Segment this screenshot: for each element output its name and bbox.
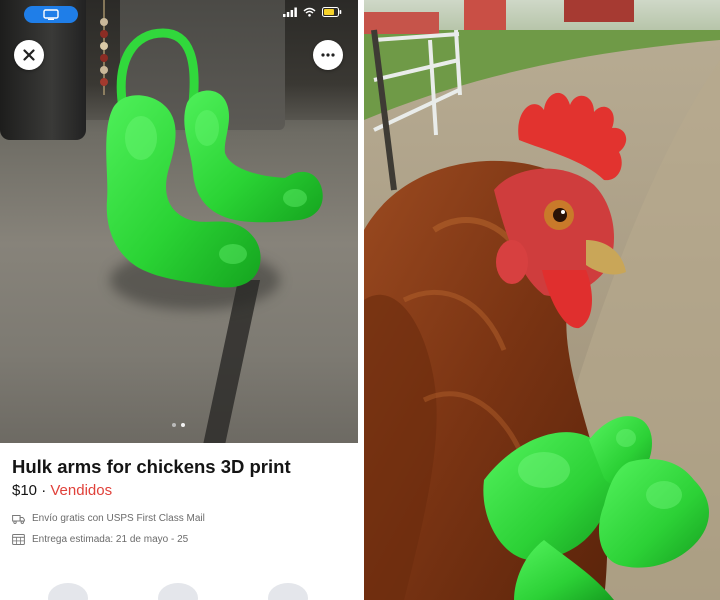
close-button[interactable]: [14, 40, 44, 70]
screen-mirror-icon: [43, 9, 59, 20]
carousel-dot[interactable]: [172, 423, 176, 427]
message-button[interactable]: [48, 583, 88, 600]
truck-icon: [12, 514, 25, 524]
calendar-icon: [12, 534, 25, 545]
shipping-info: Envío gratis con USPS First Class Mail: [12, 513, 205, 524]
carousel-dot-active[interactable]: [181, 423, 185, 427]
delivery-text: Entrega estimada: 21 de mayo - 25: [32, 533, 189, 545]
delivery-info: Entrega estimada: 21 de mayo - 25: [12, 533, 188, 545]
screen-mirror-indicator: [24, 6, 78, 23]
sold-label: Vendidos: [50, 482, 113, 499]
listing-price: $10: [12, 482, 38, 499]
more-icon: [321, 53, 335, 57]
price-separator: ·: [37, 482, 51, 499]
product-photo: [0, 0, 358, 443]
more-options-button[interactable]: [313, 40, 343, 70]
signal-icon: [283, 7, 297, 17]
close-icon: [23, 49, 35, 61]
chicken-photo: [364, 0, 720, 600]
share-button[interactable]: [268, 583, 308, 600]
listing-details: Hulk arms for chickens 3D print $10 · Ve…: [0, 443, 358, 600]
price-row: $10 · Vendidos: [12, 482, 112, 499]
listing-screenshot: Hulk arms for chickens 3D print $10 · Ve…: [0, 0, 358, 600]
hulk-arms-print: [106, 28, 323, 288]
carousel-indicator: [172, 423, 185, 427]
status-bar-icons: [283, 7, 342, 17]
battery-icon: [322, 7, 342, 17]
bottom-action-bar: [0, 583, 358, 600]
listing-title: Hulk arms for chickens 3D print: [12, 456, 291, 477]
chicken-scene: [364, 0, 720, 600]
wifi-icon: [303, 7, 316, 17]
save-button[interactable]: [158, 583, 198, 600]
shipping-text: Envío gratis con USPS First Class Mail: [32, 513, 205, 524]
